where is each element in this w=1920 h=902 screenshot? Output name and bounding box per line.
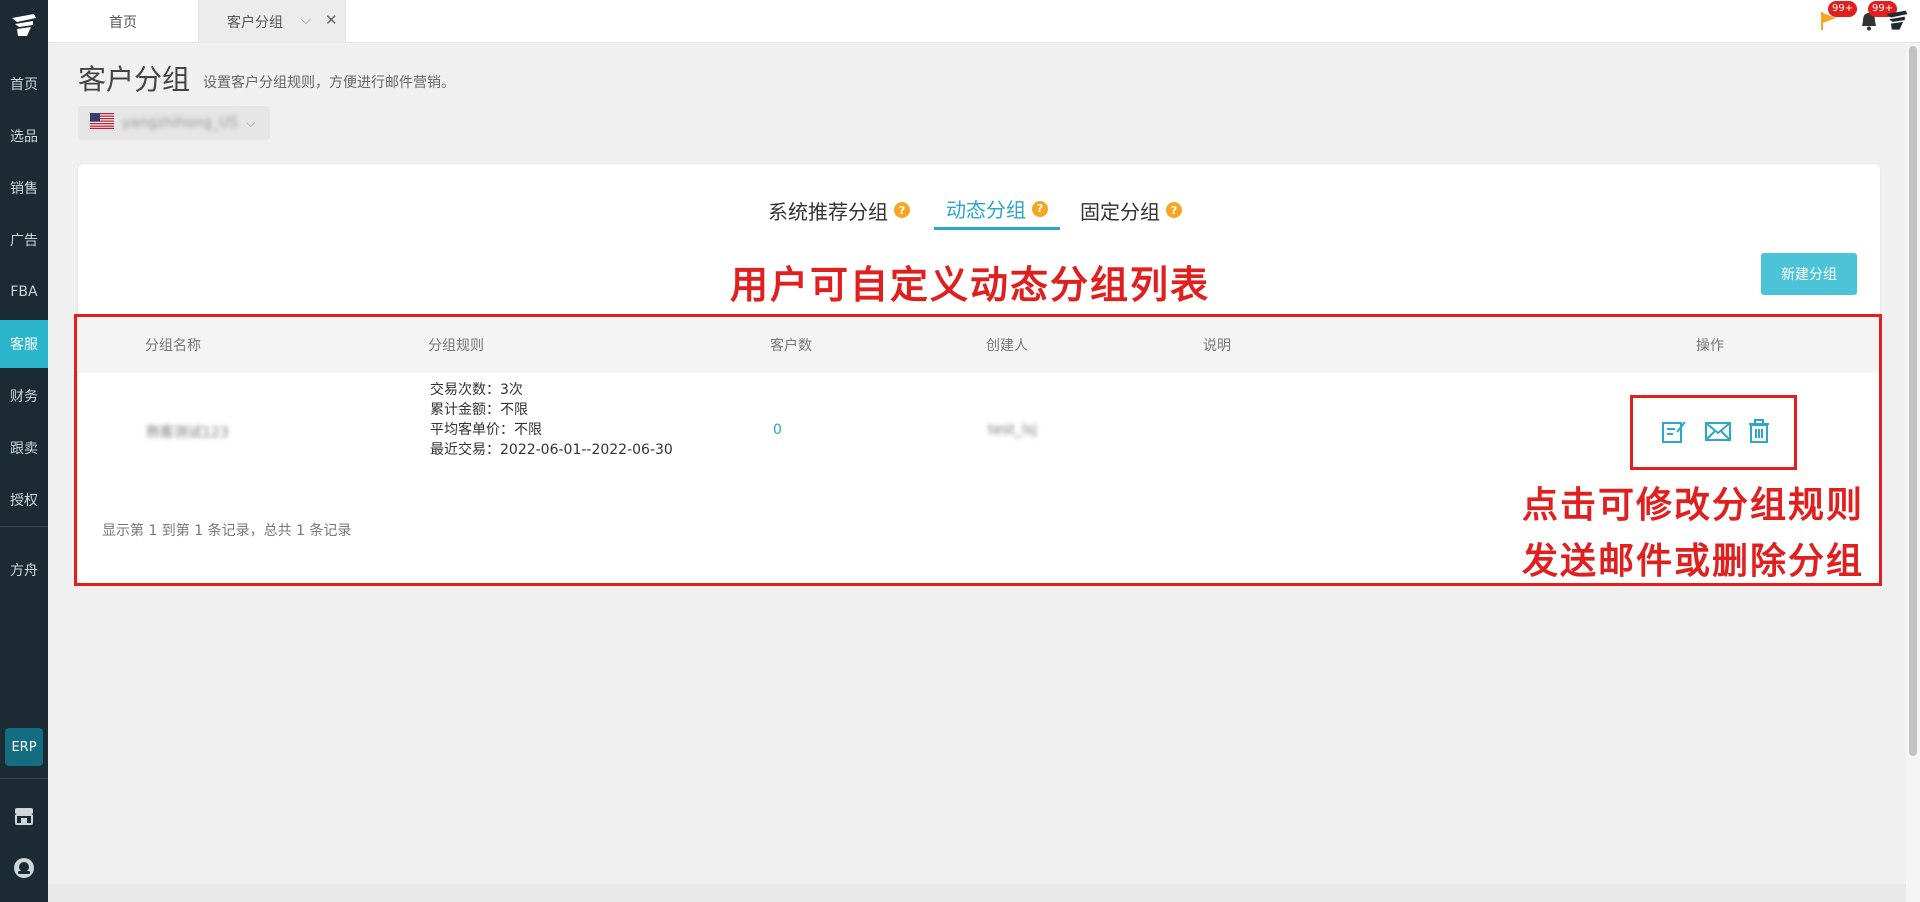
tab-bar: 首页 客户分组 ⌵ ✕ 99+ 99+ <box>48 0 1920 43</box>
page-description: 设置客户分组规则，方便进行邮件营销。 <box>203 75 455 91</box>
chevron-down-icon: ⌵ <box>246 115 256 130</box>
erp-button[interactable]: ERP <box>5 728 43 766</box>
tab-home[interactable]: 首页 <box>48 0 198 43</box>
sidebar-item-authorization[interactable]: 授权 <box>0 476 48 524</box>
tab-customer-group[interactable]: 客户分组 ⌵ ✕ <box>198 0 346 43</box>
flag-badge: 99+ <box>1828 1 1858 17</box>
sidebar-item-finance[interactable]: 财务 <box>0 372 48 420</box>
scrollbar-thumb[interactable] <box>1909 46 1917 756</box>
annotation-title: 用户可自定义动态分组列表 <box>730 263 1211 307</box>
store-icon[interactable] <box>12 804 36 828</box>
annotation-ops-line2: 发送邮件或删除分组 <box>1521 541 1864 582</box>
help-icon[interactable]: ? <box>1032 200 1048 217</box>
sidebar-divider <box>0 778 48 779</box>
annotation-ops-line1: 点击可修改分组规则 <box>1521 485 1864 526</box>
sidebar-item-customer-service[interactable]: 客服 <box>0 320 48 368</box>
sidebar-item-selection[interactable]: 选品 <box>0 112 48 160</box>
tab-fixed-group[interactable]: 固定分组 ? <box>1080 190 1182 230</box>
sidebar-item-fba[interactable]: FBA <box>0 268 48 316</box>
tab-label: 客户分组 <box>227 14 283 31</box>
group-tabs: 系统推荐分组 ? 动态分组 ? 固定分组 ? <box>78 190 1880 230</box>
sidebar-item-follow-sell[interactable]: 跟卖 <box>0 424 48 472</box>
sidebar-item-sales[interactable]: 销售 <box>0 164 48 212</box>
tab-label: 动态分组 <box>946 198 1026 222</box>
support-icon[interactable] <box>12 856 36 880</box>
store-select[interactable]: yangzhihong_US ⌵ <box>78 106 270 140</box>
sidebar-divider <box>0 526 48 527</box>
tab-system-recommended[interactable]: 系统推荐分组 ? <box>768 190 910 230</box>
sidebar: 首页 选品 销售 广告 FBA 客服 财务 跟卖 授权 方舟 ERP <box>0 0 48 902</box>
store-name: yangzhihong_US <box>122 115 239 131</box>
tab-dynamic-group[interactable]: 动态分组 ? <box>934 190 1060 230</box>
help-icon[interactable]: ? <box>1166 202 1182 218</box>
sidebar-item-ads[interactable]: 广告 <box>0 216 48 264</box>
sidebar-item-ark[interactable]: 方舟 <box>0 546 48 594</box>
help-icon[interactable]: ? <box>894 202 910 218</box>
close-icon[interactable]: ✕ <box>325 11 338 29</box>
us-flag-icon <box>90 113 114 133</box>
sidebar-item-home[interactable]: 首页 <box>0 60 48 108</box>
tab-label: 系统推荐分组 <box>768 199 888 224</box>
new-group-button[interactable]: 新建分组 <box>1761 253 1857 295</box>
page-title: 客户分组 <box>78 63 191 96</box>
tab-label: 固定分组 <box>1080 199 1160 224</box>
user-avatar-icon[interactable] <box>1884 8 1910 38</box>
bottom-bar <box>48 884 1906 902</box>
logo-icon[interactable] <box>0 0 48 52</box>
annotation-ops-frame <box>1630 395 1797 470</box>
chevron-down-icon[interactable]: ⌵ <box>301 13 311 28</box>
